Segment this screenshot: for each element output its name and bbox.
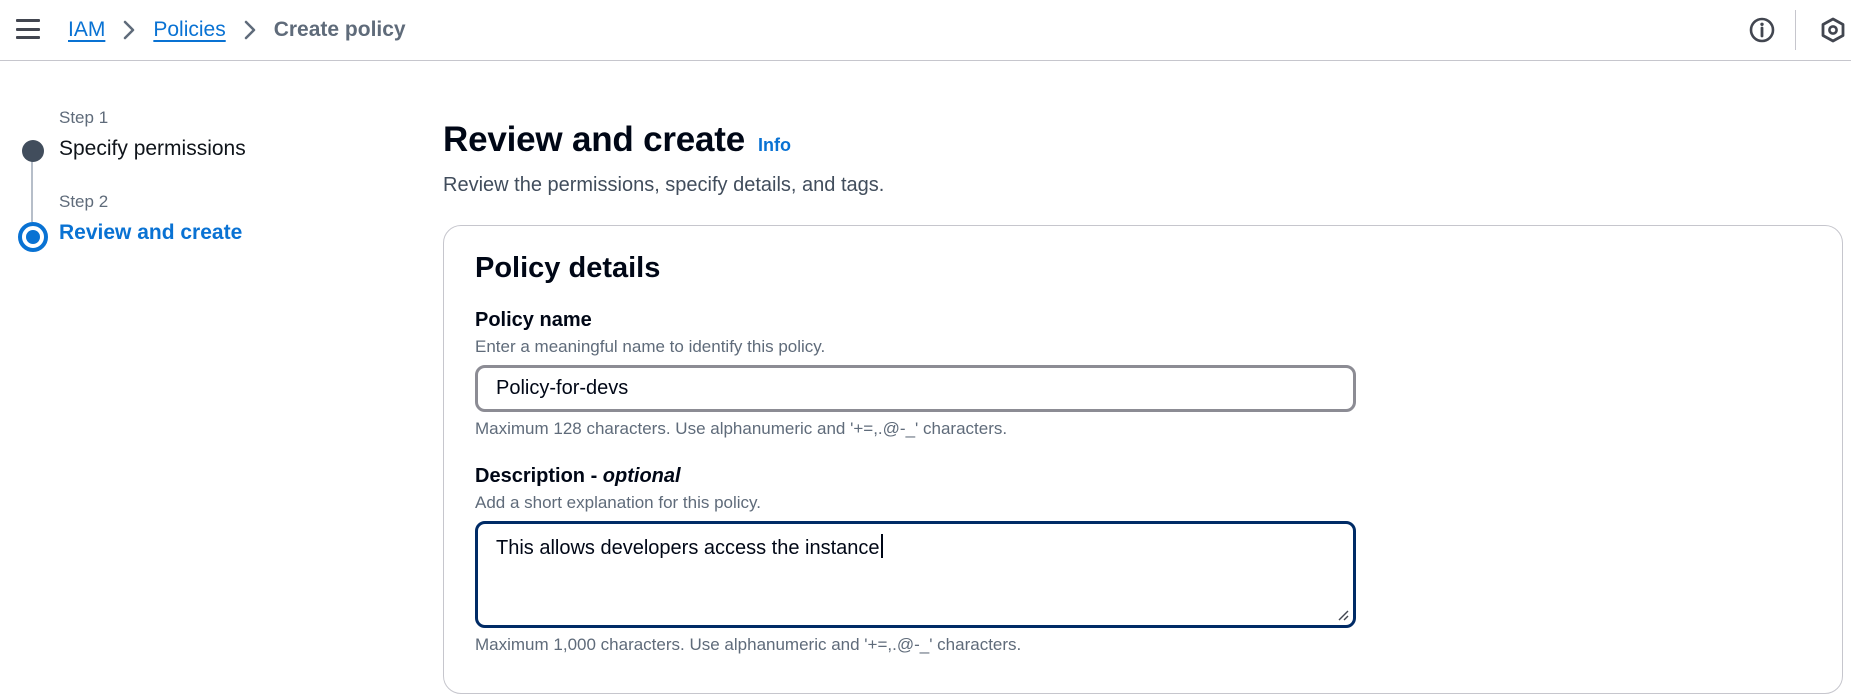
top-navigation-bar: IAM Policies Create policy (0, 0, 1851, 61)
breadcrumb-policies-link[interactable]: Policies (153, 18, 225, 42)
description-help-text: Add a short explanation for this policy. (475, 493, 762, 512)
topbar-divider (1795, 10, 1796, 50)
step-connector (31, 161, 33, 222)
menu-icon[interactable] (16, 19, 40, 39)
step-1-number: Step 1 (59, 108, 109, 127)
breadcrumb-iam-link[interactable]: IAM (68, 18, 105, 42)
page-header: Review and create Info (443, 120, 791, 160)
resize-handle-icon[interactable] (1337, 609, 1349, 621)
description-label-text: Description - (475, 465, 603, 487)
page-title: Review and create (443, 120, 746, 159)
info-link[interactable]: Info (758, 135, 791, 156)
policy-name-constraint: Maximum 128 characters. Use alphanumeric… (475, 419, 1008, 438)
breadcrumb: IAM Policies Create policy (68, 16, 406, 44)
hexagon-icon[interactable] (1820, 17, 1846, 43)
description-textarea[interactable]: This allows developers access the instan… (475, 521, 1356, 628)
step-completed-icon (22, 140, 44, 162)
policy-name-label: Policy name (475, 309, 592, 331)
step-specify-permissions[interactable]: Specify permissions (59, 137, 246, 161)
policy-name-input[interactable]: Policy-for-devs (475, 365, 1356, 412)
info-circle-icon[interactable] (1749, 17, 1775, 43)
policy-name-value: Policy-for-devs (496, 377, 629, 399)
page-subtitle: Review the permissions, specify details,… (443, 174, 885, 196)
policy-name-description: Enter a meaningful name to identify this… (475, 337, 826, 356)
description-label: Description - optional (475, 465, 681, 488)
description-optional-label: optional (602, 465, 681, 487)
policy-details-panel: Policy details Policy name Enter a meani… (443, 225, 1843, 694)
chevron-right-icon (226, 16, 274, 44)
description-constraint: Maximum 1,000 characters. Use alphanumer… (475, 635, 1022, 654)
description-value: This allows developers access the instan… (496, 537, 880, 559)
step-review-and-create: Review and create (59, 221, 243, 244)
breadcrumb-current: Create policy (273, 18, 406, 41)
step-current-icon (18, 222, 48, 252)
chevron-right-icon (105, 16, 153, 44)
step-2-number: Step 2 (59, 192, 109, 211)
text-cursor (880, 534, 883, 558)
panel-title: Policy details (475, 252, 661, 284)
